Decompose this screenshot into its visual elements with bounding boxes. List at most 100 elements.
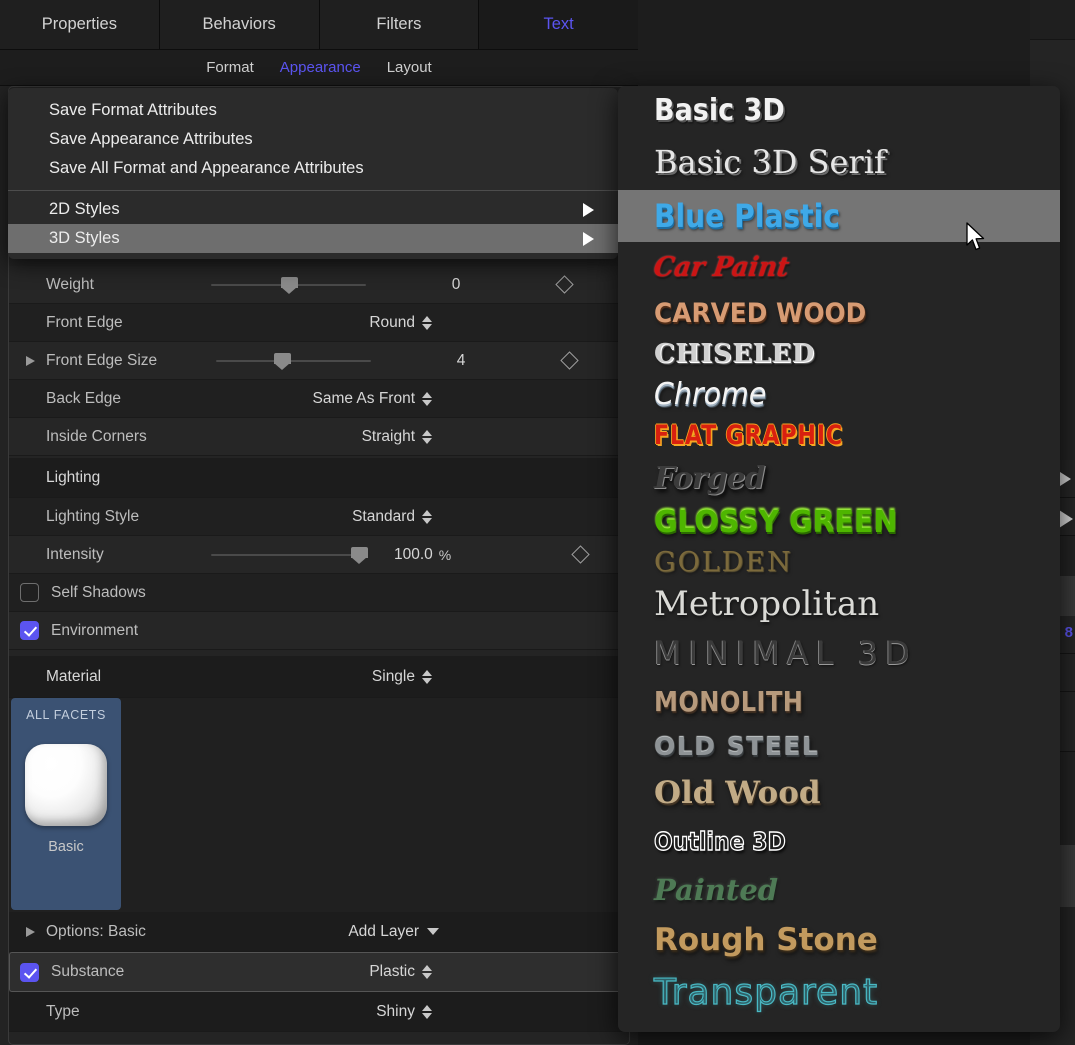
stepper-icon[interactable] (422, 392, 432, 406)
style-item-chiseled[interactable]: CHISELED (618, 334, 1060, 374)
row-material: Material Single (9, 656, 629, 698)
intensity-value[interactable]: 100.0 (394, 546, 433, 564)
tab-label: Filters (376, 15, 421, 34)
row-options-basic: Options: Basic Add Layer (9, 912, 629, 952)
style-item-blue-plastic[interactable]: Blue Plastic (618, 190, 1060, 242)
menu-item-save-appearance-attributes[interactable]: Save Appearance Attributes (8, 125, 618, 154)
subtab-appearance[interactable]: Appearance (280, 59, 361, 76)
disclosure-triangle-icon[interactable] (26, 356, 35, 366)
row-label: Front Edge (46, 314, 123, 332)
self-shadows-checkbox[interactable] (20, 583, 39, 602)
style-item-painted[interactable]: Painted (618, 864, 1060, 916)
row-label: Substance (51, 963, 124, 981)
front-edge-value[interactable]: Round (369, 314, 415, 332)
front-edge-size-value[interactable]: 4 (406, 352, 516, 370)
row-label: Inside Corners (46, 428, 147, 446)
style-item-metropolitan[interactable]: Metropolitan (618, 580, 1060, 628)
style-item-forged[interactable]: Forged (618, 456, 1060, 500)
section-title: Lighting (46, 469, 100, 487)
tab-filters[interactable]: Filters (320, 0, 480, 49)
material-value[interactable]: Single (372, 668, 415, 686)
back-edge-value[interactable]: Same As Front (312, 390, 415, 408)
menu-item-3d-styles[interactable]: 3D Styles (8, 224, 618, 253)
stepper-icon[interactable] (422, 670, 432, 684)
stepper-icon[interactable] (422, 430, 432, 444)
style-item-rough-stone[interactable]: Rough Stone (618, 916, 1060, 964)
disclosure-triangle-icon[interactable] (1060, 472, 1071, 486)
subtab-layout[interactable]: Layout (387, 59, 432, 76)
environment-checkbox[interactable] (20, 621, 39, 640)
weight-value[interactable]: 0 (401, 276, 511, 294)
menu-separator (8, 190, 618, 191)
tab-text[interactable]: Text (479, 0, 638, 49)
menu-item-save-all-attributes[interactable]: Save All Format and Appearance Attribute… (8, 154, 618, 183)
row-label: Lighting Style (46, 508, 139, 526)
text-subtab-bar: Format Appearance Layout (0, 50, 638, 86)
tab-behaviors[interactable]: Behaviors (160, 0, 320, 49)
subtab-label: Format (206, 59, 254, 76)
tab-label: Properties (42, 15, 117, 34)
row-self-shadows: Self Shadows (9, 574, 629, 612)
lighting-style-value[interactable]: Standard (352, 508, 415, 526)
style-item-basic-3d[interactable]: Basic 3D (618, 86, 1060, 134)
menu-item-label: Save Format Attributes (49, 101, 217, 120)
subtab-label: Appearance (280, 59, 361, 76)
bg-row (1030, 0, 1075, 40)
chevron-down-icon[interactable] (427, 928, 439, 935)
style-item-chrome[interactable]: Chrome (618, 374, 1060, 414)
3d-styles-submenu: Basic 3D Basic 3D Serif Blue Plastic Car… (618, 86, 1060, 1032)
row-label: Back Edge (46, 390, 121, 408)
stepper-icon[interactable] (422, 316, 432, 330)
row-label: Environment (51, 622, 138, 640)
intensity-slider[interactable] (211, 545, 366, 565)
row-label: Weight (46, 276, 211, 294)
substance-value[interactable]: Plastic (369, 963, 415, 981)
row-weight: Weight 0 (9, 266, 629, 304)
row-intensity: Intensity 100.0 % (9, 536, 629, 574)
menu-item-label: Save Appearance Attributes (49, 130, 253, 149)
menu-item-label: Save All Format and Appearance Attribute… (49, 159, 364, 178)
add-layer-button[interactable]: Add Layer (348, 923, 419, 941)
style-item-monolith[interactable]: MONOLITH (618, 678, 1060, 724)
style-item-golden[interactable]: GOLDEN (618, 544, 1060, 580)
stepper-icon[interactable] (422, 1005, 432, 1019)
tab-properties[interactable]: Properties (0, 0, 160, 49)
style-item-transparent[interactable]: Transparent (618, 964, 1060, 1020)
inspector-tab-bar: Properties Behaviors Filters Text (0, 0, 638, 50)
material-swatch-preview[interactable] (25, 744, 107, 826)
row-environment: Environment (9, 612, 629, 650)
stepper-icon[interactable] (422, 965, 432, 979)
subtab-format[interactable]: Format (206, 59, 254, 76)
style-item-old-steel[interactable]: OLD STEEL (618, 724, 1060, 768)
style-item-car-paint[interactable]: Car Paint (618, 242, 1060, 292)
row-inside-corners: Inside Corners Straight (9, 418, 629, 456)
style-item-glossy-green[interactable]: GLOSSY GREEN (618, 500, 1060, 544)
keyframe-badge-icon[interactable]: 8 (1065, 624, 1073, 641)
disclosure-triangle-icon[interactable] (26, 927, 35, 937)
material-tile-all-facets[interactable]: ALL FACETS Basic (11, 698, 121, 910)
style-item-minimal-3d[interactable]: MINIMAL 3D (618, 628, 1060, 678)
disclosure-triangle-icon[interactable] (1059, 510, 1073, 528)
style-item-flat-graphic[interactable]: FLAT GRAPHIC (618, 414, 1060, 456)
style-item-basic-3d-serif[interactable]: Basic 3D Serif (618, 134, 1060, 190)
style-item-carved-wood[interactable]: CARVED WOOD (618, 292, 1060, 334)
front-edge-size-slider[interactable] (216, 351, 371, 371)
row-label: Self Shadows (51, 584, 146, 602)
style-item-old-wood[interactable]: Old Wood (618, 768, 1060, 818)
style-item-outline-3d[interactable]: Outline 3D (618, 818, 1060, 864)
row-label: Options: Basic (46, 923, 146, 941)
menu-item-save-format-attributes[interactable]: Save Format Attributes (8, 96, 618, 125)
subtab-label: Layout (387, 59, 432, 76)
weight-slider[interactable] (211, 275, 366, 295)
menu-item-label: 2D Styles (49, 200, 120, 219)
keyframe-diamond-icon[interactable] (571, 545, 589, 563)
type-value[interactable]: Shiny (376, 1003, 415, 1021)
substance-checkbox[interactable] (20, 963, 39, 982)
keyframe-diamond-icon[interactable] (555, 275, 573, 293)
menu-item-2d-styles[interactable]: 2D Styles (8, 195, 618, 224)
stepper-icon[interactable] (422, 510, 432, 524)
keyframe-diamond-icon[interactable] (560, 351, 578, 369)
row-label: Front Edge Size (46, 352, 206, 370)
inside-corners-value[interactable]: Straight (362, 428, 415, 446)
tab-label: Text (543, 15, 573, 34)
